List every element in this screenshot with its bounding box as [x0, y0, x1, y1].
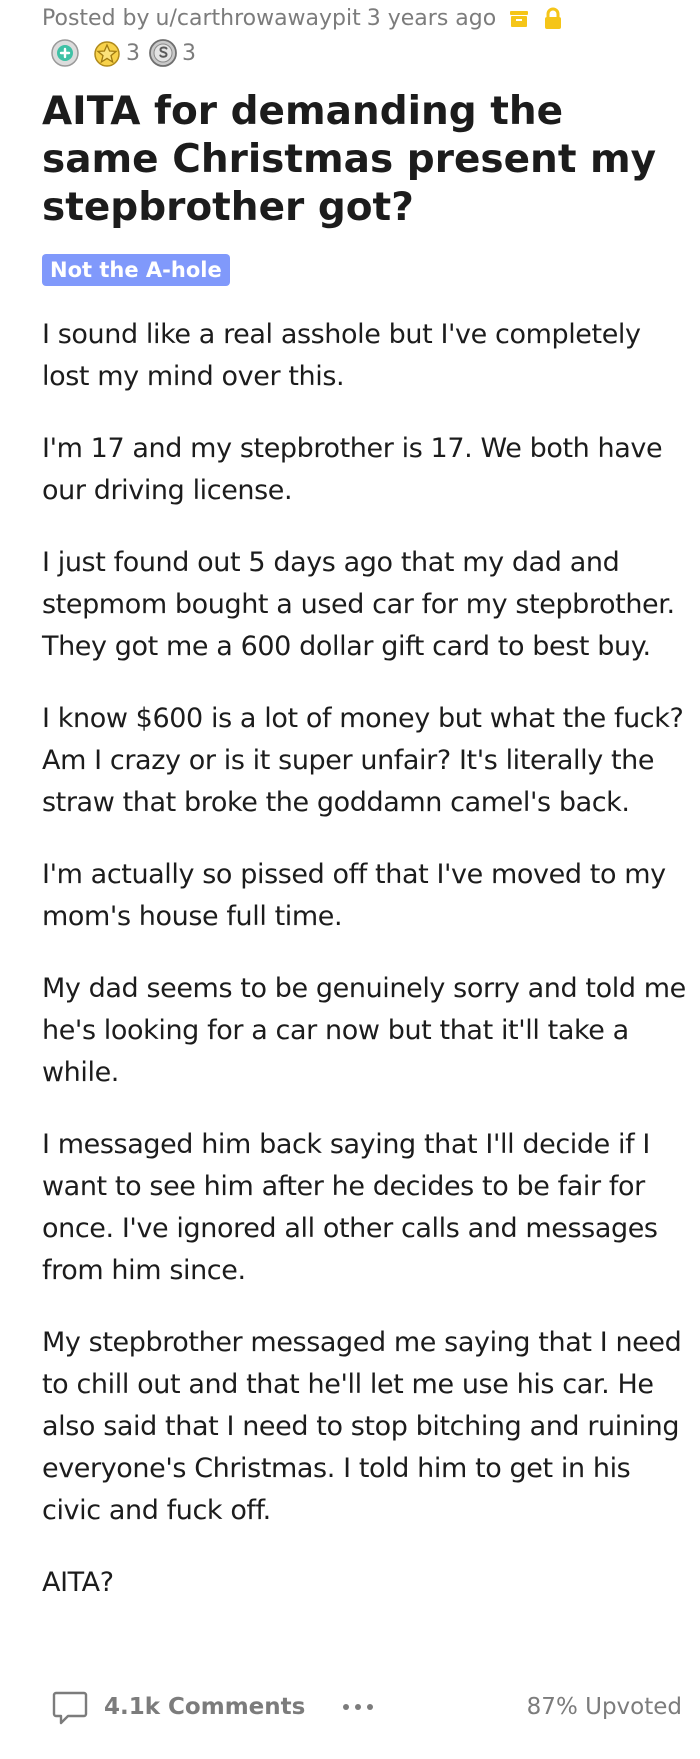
post-title[interactable]: AITA for demanding the same Christmas pr…	[42, 88, 682, 232]
post-meta: Posted by u/carthrowawaypit 3 years ago	[42, 6, 564, 31]
body-paragraph: I messaged him back saying that I'll dec…	[42, 1129, 658, 1286]
reddit-post: Posted by u/carthrowawaypit 3 years ago	[0, 0, 700, 1759]
more-options-icon[interactable]	[341, 1702, 375, 1712]
body-paragraph: I'm 17 and my stepbrother is 17. We both…	[42, 433, 663, 506]
body-paragraph: AITA?	[42, 1567, 114, 1598]
body-paragraph: I just found out 5 days ago that my dad …	[42, 547, 675, 662]
post-flair[interactable]: Not the A-hole	[42, 254, 230, 286]
archive-icon	[508, 8, 530, 30]
posted-by-label: Posted by	[42, 6, 150, 31]
silver-award-count: 3	[182, 40, 196, 66]
body-paragraph: My stepbrother messaged me saying that I…	[42, 1327, 682, 1526]
silver-award-icon	[148, 38, 178, 68]
comment-icon[interactable]	[50, 1687, 90, 1727]
comments-button[interactable]: 4.1k Comments	[104, 1694, 305, 1720]
post-age: 3 years ago	[366, 6, 497, 31]
awards-row[interactable]: 3 3	[50, 38, 204, 68]
body-paragraph: I know $600 is a lot of money but what t…	[42, 703, 684, 818]
post-body: I sound like a real asshole but I've com…	[42, 314, 692, 1634]
author-link[interactable]: u/carthrowawaypit	[156, 6, 361, 31]
body-paragraph: I'm actually so pissed off that I've mov…	[42, 859, 666, 932]
body-paragraph: I sound like a real asshole but I've com…	[42, 319, 641, 392]
wholesome-award-count: 3	[126, 40, 140, 66]
helpful-award-icon	[50, 38, 80, 68]
wholesome-award-icon	[92, 38, 122, 68]
lock-icon	[542, 7, 564, 31]
post-footer: 4.1k Comments 87% Upvoted	[50, 1683, 682, 1731]
upvote-ratio: 87% Upvoted	[526, 1694, 682, 1720]
body-paragraph: My dad seems to be genuinely sorry and t…	[42, 973, 686, 1088]
